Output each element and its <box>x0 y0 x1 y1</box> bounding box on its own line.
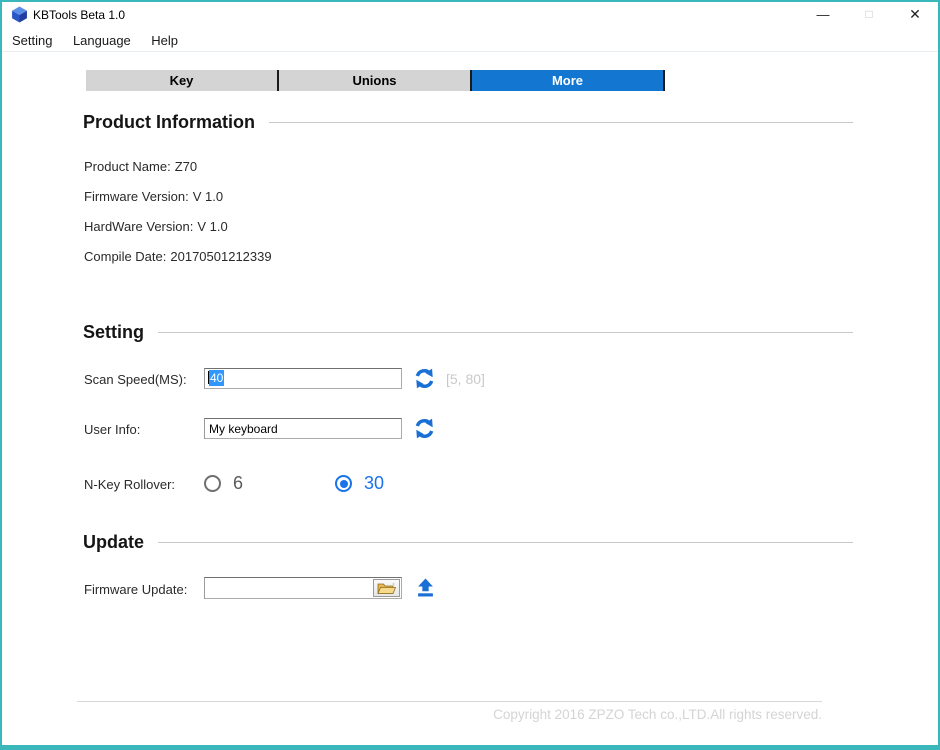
heading-rule <box>158 542 853 543</box>
field-label: Compile Date: <box>84 249 166 264</box>
section-heading-setting: Setting <box>83 322 144 343</box>
product-name-row: Product Name: Z70 <box>84 159 197 175</box>
menu-item-help[interactable]: Help <box>145 31 184 50</box>
field-value: Z70 <box>175 159 197 174</box>
field-label: Product Name: <box>84 159 171 174</box>
menu-item-language[interactable]: Language <box>67 31 137 50</box>
window-title: KBTools Beta 1.0 <box>33 2 125 28</box>
menu-item-setting[interactable]: Setting <box>6 31 58 50</box>
minimize-button[interactable]: — <box>800 2 846 28</box>
browse-button[interactable] <box>373 579 400 597</box>
app-window: KBTools Beta 1.0 — □ ✕ Setting Language … <box>0 0 940 750</box>
maximize-button[interactable]: □ <box>846 2 892 28</box>
user-info-input[interactable] <box>204 418 402 439</box>
radio-option-30[interactable]: 30 <box>335 473 384 494</box>
firmware-update-input[interactable] <box>204 577 402 599</box>
radio-icon[interactable] <box>204 475 221 492</box>
heading-rule <box>269 122 853 123</box>
menubar: Setting Language Help <box>2 28 938 52</box>
heading-rule <box>158 332 853 333</box>
field-value: 20170501212339 <box>170 249 271 264</box>
radio-option-label: 6 <box>233 473 243 494</box>
window-controls: — □ ✕ <box>800 2 938 28</box>
nkey-rollover-options: 6 30 <box>204 473 384 494</box>
radio-option-6[interactable]: 6 <box>204 473 243 494</box>
field-value: V 1.0 <box>197 219 227 234</box>
open-folder-icon <box>377 581 397 596</box>
radio-option-label: 30 <box>364 473 384 494</box>
tab-key[interactable]: Key <box>86 70 279 91</box>
tab-unions[interactable]: Unions <box>279 70 472 91</box>
user-info-label: User Info: <box>84 422 140 437</box>
section-heading-product-information: Product Information <box>83 112 255 133</box>
titlebar: KBTools Beta 1.0 — □ ✕ <box>2 2 938 28</box>
nkey-rollover-label: N-Key Rollover: <box>84 477 175 492</box>
upload-icon <box>416 578 435 597</box>
field-label: HardWare Version: <box>84 219 193 234</box>
refresh-icon <box>414 418 435 439</box>
setting-heading-row: Setting <box>83 320 853 344</box>
radio-icon[interactable] <box>335 475 352 492</box>
hardware-version-row: HardWare Version: V 1.0 <box>84 219 228 235</box>
user-info-refresh-button[interactable] <box>413 418 435 440</box>
close-button[interactable]: ✕ <box>892 2 938 28</box>
product-information-heading-row: Product Information <box>83 110 853 134</box>
upload-button[interactable] <box>414 578 436 600</box>
refresh-icon <box>414 368 435 389</box>
selected-text: 40 <box>209 370 224 386</box>
tab-bar: Key Unions More <box>86 70 665 91</box>
scan-speed-input[interactable]: 40 <box>204 368 402 389</box>
section-heading-update: Update <box>83 532 144 553</box>
firmware-update-label: Firmware Update: <box>84 582 187 597</box>
tab-more[interactable]: More <box>472 70 665 91</box>
firmware-version-row: Firmware Version: V 1.0 <box>84 189 223 205</box>
field-label: Firmware Version: <box>84 189 189 204</box>
copyright-text: Copyright 2016 ZPZO Tech co.,LTD.All rig… <box>493 707 822 722</box>
footer: Copyright 2016 ZPZO Tech co.,LTD.All rig… <box>77 701 822 722</box>
field-value: V 1.0 <box>193 189 223 204</box>
firmware-update-path[interactable] <box>205 578 372 598</box>
scan-speed-refresh-button[interactable] <box>413 368 435 390</box>
scan-speed-label: Scan Speed(MS): <box>84 372 187 387</box>
update-heading-row: Update <box>83 530 853 554</box>
app-cube-icon <box>11 6 28 23</box>
scan-speed-range-hint: [5, 80] <box>446 371 485 387</box>
compile-date-row: Compile Date: 20170501212339 <box>84 249 272 265</box>
